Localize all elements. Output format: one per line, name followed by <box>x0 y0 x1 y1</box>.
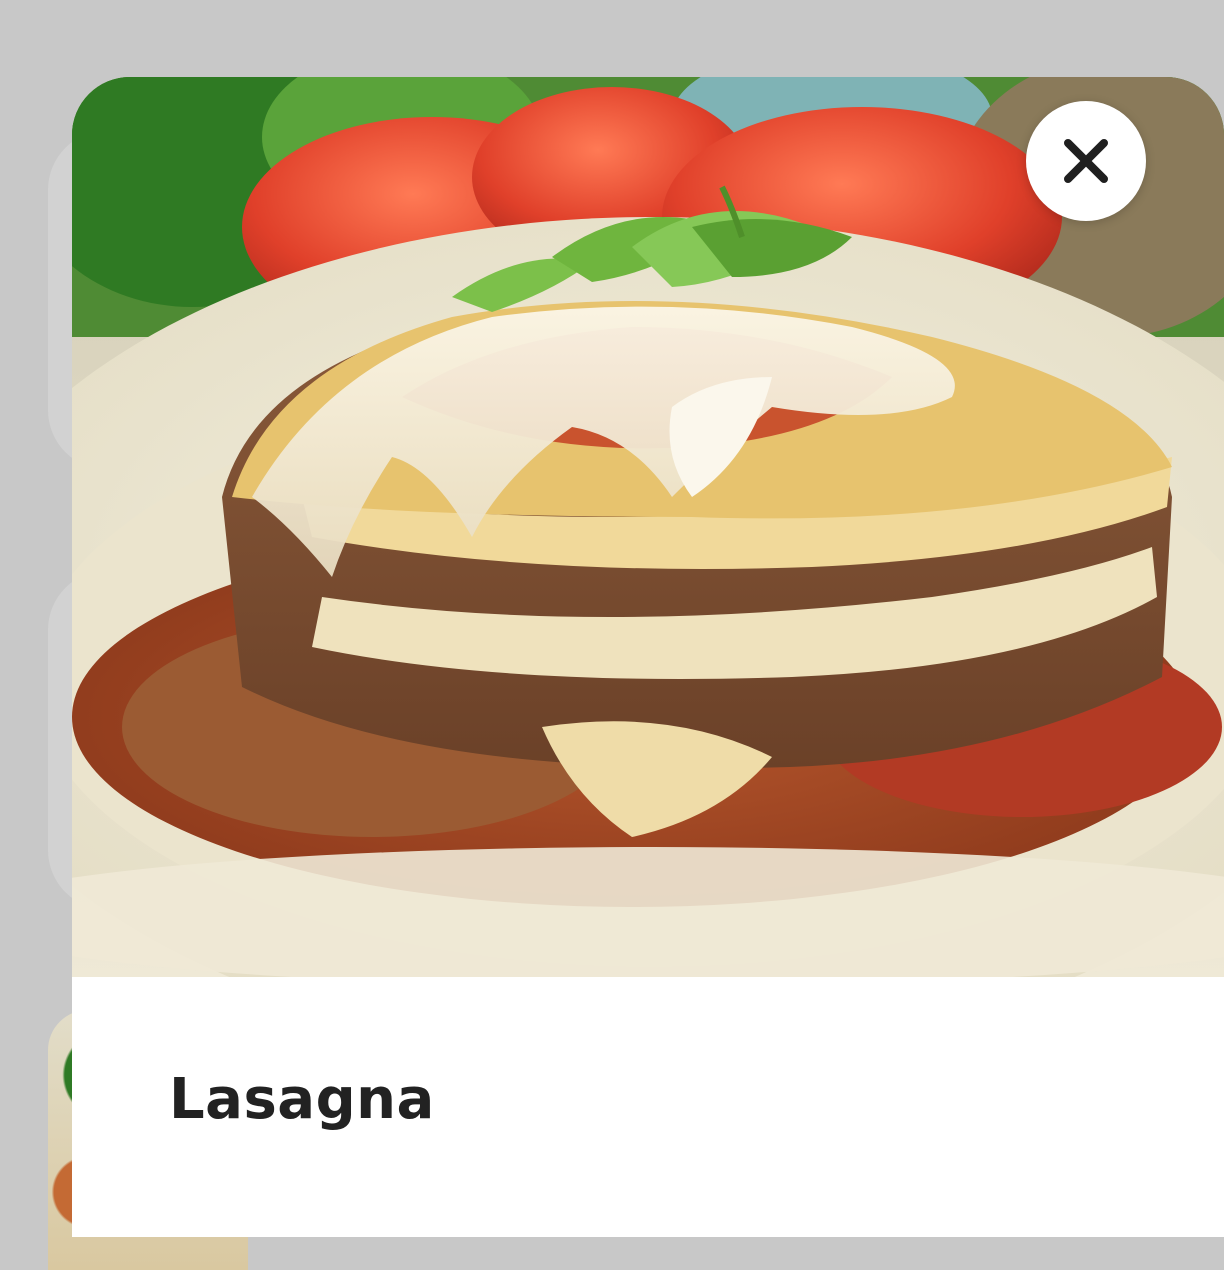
item-detail-modal: Lasagna <box>72 77 1224 1237</box>
close-icon <box>1064 139 1108 183</box>
dish-photo <box>72 77 1224 977</box>
close-button[interactable] <box>1026 101 1146 221</box>
dish-title: Lasagna <box>169 1067 435 1132</box>
